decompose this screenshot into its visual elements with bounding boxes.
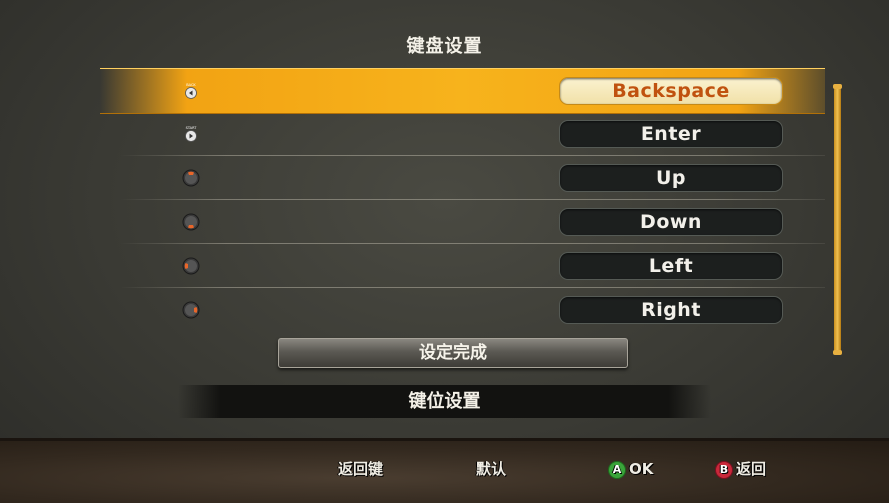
svg-text:START: START <box>186 126 198 130</box>
hint-default: 默认 <box>476 460 507 478</box>
dpad-up-icon <box>182 169 200 187</box>
hint-back-label: 返回 <box>736 460 767 478</box>
hint-return-key: 返回键 <box>338 460 384 478</box>
dpad-left-icon <box>182 257 200 275</box>
keybind-row-start[interactable]: START Enter <box>100 112 825 156</box>
keybind-row-right[interactable]: Right <box>100 288 825 332</box>
scrollbar-cap-top <box>833 84 842 89</box>
hint-ok-label: OK <box>629 460 654 478</box>
back-button-icon: BACK <box>185 83 197 99</box>
keybind-row-back[interactable]: BACK Backspace <box>100 68 825 114</box>
dpad-right-icon <box>182 301 200 319</box>
screen-title: 键盘设置 <box>406 36 483 57</box>
dpad-down-icon <box>182 213 200 231</box>
keybind-value[interactable]: Right <box>559 296 783 324</box>
keymap-settings-bar[interactable]: 键位设置 <box>178 385 711 418</box>
keybind-row-down[interactable]: Down <box>100 200 825 244</box>
a-button-icon: A <box>608 460 626 479</box>
keybind-value[interactable]: Left <box>559 252 783 280</box>
hint-back[interactable]: B 返回 <box>715 457 766 481</box>
keybind-value[interactable]: Up <box>559 164 783 192</box>
scrollbar-thumb[interactable] <box>834 88 841 352</box>
keybind-value[interactable]: Down <box>559 208 783 236</box>
b-button-icon: B <box>715 460 733 479</box>
keybind-row-up[interactable]: Up <box>100 156 825 200</box>
hint-ok[interactable]: A OK <box>608 457 653 481</box>
keybind-value[interactable]: Enter <box>559 120 783 148</box>
svg-text:BACK: BACK <box>186 83 196 87</box>
start-button-icon: START <box>185 126 198 142</box>
keybind-value[interactable]: Backspace <box>559 77 783 105</box>
footer-bar: 返回键 默认 A OK B 返回 <box>0 438 889 503</box>
scrollbar-cap-bottom <box>833 350 842 355</box>
keybind-row-left[interactable]: Left <box>100 244 825 288</box>
settings-done-button[interactable]: 设定完成 <box>278 338 628 368</box>
